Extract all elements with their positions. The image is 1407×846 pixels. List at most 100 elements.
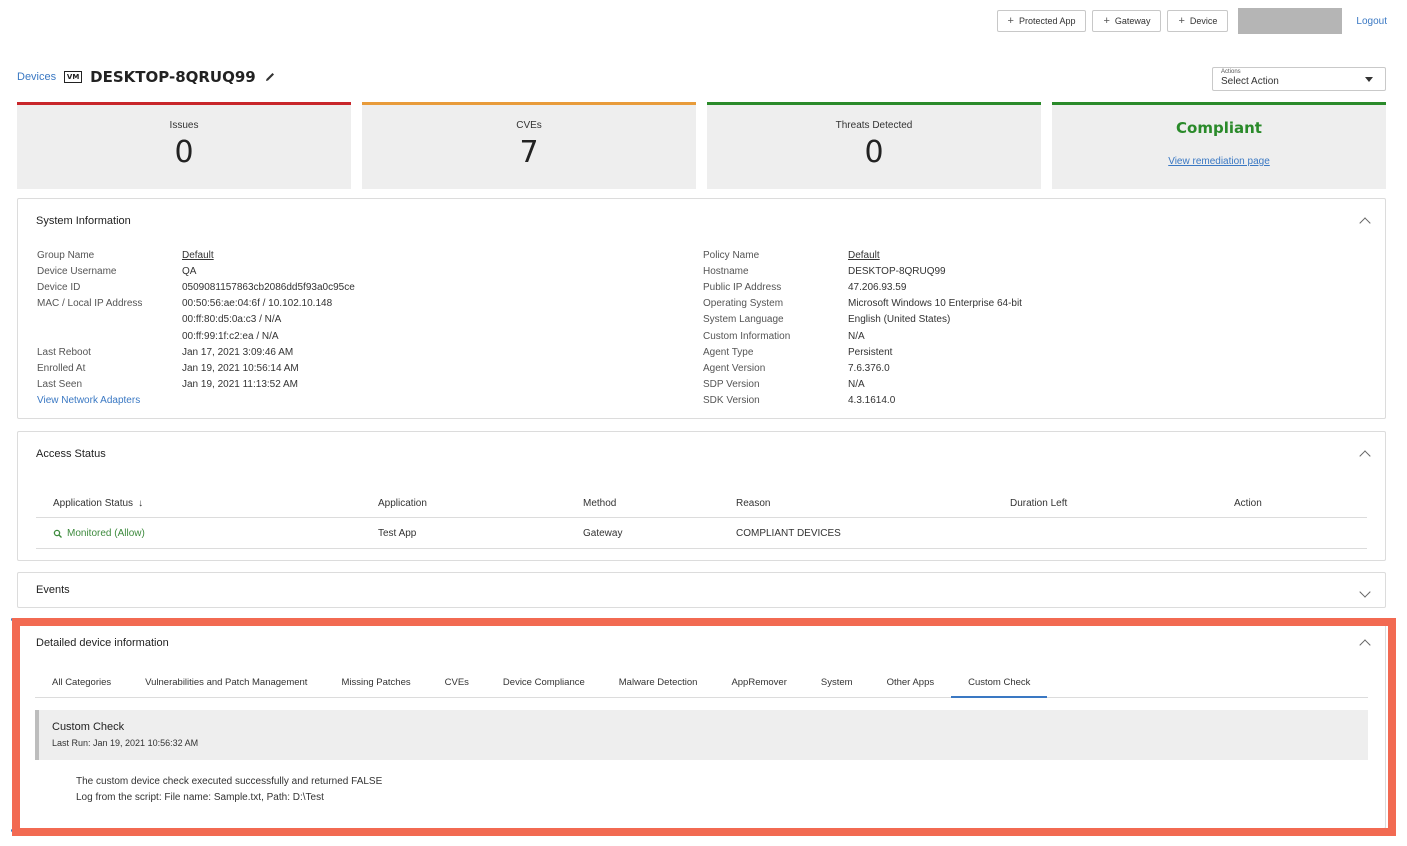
info-value: N/A	[848, 330, 865, 342]
column-header-method[interactable]: Method	[583, 490, 616, 517]
threats-count: 0	[864, 135, 884, 170]
add-device-button[interactable]: + Device	[1167, 10, 1229, 32]
page-title: DESKTOP-8QRUQ99	[90, 68, 256, 86]
threats-card: Threats Detected 0	[707, 102, 1041, 189]
issues-count: 0	[174, 135, 194, 170]
info-value: 00:ff:99:1f:c2:ea / N/A	[182, 330, 279, 342]
info-value: Persistent	[848, 346, 893, 358]
info-row: View Network Adapters	[37, 393, 355, 409]
info-row: Custom Information N/A	[703, 328, 1022, 344]
info-label: Hostname	[703, 265, 749, 277]
method-cell: Gateway	[583, 528, 623, 539]
table-row: Monitored (Allow) Test App Gateway COMPL…	[36, 519, 1367, 549]
info-row: System Language English (United States)	[703, 312, 1022, 328]
info-row: Enrolled At Jan 19, 2021 10:56:14 AM	[37, 360, 355, 376]
threats-title: Threats Detected	[835, 120, 913, 131]
info-label: Last Reboot	[37, 346, 91, 358]
info-row: 00:ff:80:d5:0a:c3 / N/A	[37, 312, 355, 328]
add-gateway-label: Gateway	[1114, 16, 1151, 26]
access-status-title: Access Status	[36, 448, 106, 460]
add-protected-app-label: Protected App	[1018, 16, 1076, 26]
policy-name-link[interactable]: Default	[848, 250, 880, 261]
info-label: Operating System	[703, 298, 784, 310]
column-header-duration-left[interactable]: Duration Left	[1010, 490, 1067, 517]
user-account-block[interactable]	[1238, 8, 1343, 34]
info-label: Agent Type	[703, 346, 754, 358]
info-label: Agent Version	[703, 362, 766, 374]
pencil-icon[interactable]	[264, 71, 276, 83]
vm-icon: VM	[64, 71, 83, 83]
application-status-cell: Monitored (Allow)	[53, 519, 145, 548]
issues-card: Issues 0	[17, 102, 351, 189]
chevron-up-icon[interactable]	[1359, 217, 1371, 229]
system-info-left: Group Name Default Device Username QA Devi…	[37, 247, 355, 409]
column-header-application-status[interactable]: Application Status ↓	[53, 490, 143, 517]
view-network-adapters-link[interactable]: View Network Adapters	[37, 395, 140, 406]
events-title: Events	[36, 584, 70, 596]
info-label: Public IP Address	[703, 281, 782, 293]
info-row: Agent Version 7.6.376.0	[703, 360, 1022, 376]
info-value: 00:ff:80:d5:0a:c3 / N/A	[182, 314, 282, 326]
chevron-up-icon[interactable]	[1359, 450, 1371, 462]
info-row: Hostname DESKTOP-8QRUQ99	[703, 263, 1022, 279]
chevron-down-icon[interactable]	[1359, 586, 1371, 598]
info-label: Policy Name	[703, 249, 760, 261]
info-row: Agent Type Persistent	[703, 344, 1022, 360]
info-value: DESKTOP-8QRUQ99	[848, 265, 946, 277]
info-value: 7.6.376.0	[848, 362, 890, 374]
system-info-right: Policy Name Default Hostname DESKTOP-8QRUQ…	[703, 247, 1022, 409]
info-label: Device Username	[37, 265, 117, 277]
info-label: Enrolled At	[37, 362, 86, 374]
info-row: Policy Name Default	[703, 247, 1022, 263]
info-row: Public IP Address 47.206.93.59	[703, 279, 1022, 295]
info-label: Custom Information	[703, 330, 791, 342]
system-information-panel: System Information Group Name Default Dev…	[17, 198, 1386, 419]
info-label: SDP Version	[703, 379, 760, 391]
column-header-application[interactable]: Application	[378, 490, 427, 517]
info-label: MAC / Local IP Address	[37, 298, 143, 310]
events-panel[interactable]: Events	[17, 572, 1386, 608]
top-bar: + Protected App + Gateway + Device Logout	[996, 8, 1387, 34]
highlight-frame	[12, 618, 1396, 836]
column-header-reason[interactable]: Reason	[736, 490, 770, 517]
application-cell: Test App	[378, 528, 417, 539]
info-value: QA	[182, 265, 197, 277]
cves-title: CVEs	[516, 120, 542, 131]
info-row: Last Reboot Jan 17, 2021 3:09:46 AM	[37, 344, 355, 360]
cves-card: CVEs 7	[362, 102, 696, 189]
view-remediation-link[interactable]: View remediation page	[1052, 156, 1386, 167]
actions-select[interactable]: Actions Select Action	[1212, 67, 1386, 91]
info-value: N/A	[848, 379, 865, 391]
plus-icon: +	[1178, 15, 1185, 27]
reason-cell: COMPLIANT DEVICES	[736, 528, 841, 539]
info-value: Jan 19, 2021 11:13:52 AM	[182, 379, 299, 391]
compliance-card: Compliant View remediation page	[1052, 102, 1386, 189]
sort-down-icon[interactable]: ↓	[138, 498, 143, 509]
info-row: Group Name Default	[37, 247, 355, 263]
column-header-action[interactable]: Action	[1234, 490, 1262, 517]
info-label: System Language	[703, 314, 784, 326]
add-gateway-button[interactable]: + Gateway	[1092, 10, 1162, 32]
info-row: Device ID 0509081157863cb2086dd5f93a0c95c…	[37, 279, 355, 295]
info-row: SDP Version N/A	[703, 377, 1022, 393]
group-name-link[interactable]: Default	[182, 250, 214, 261]
logout-link[interactable]: Logout	[1356, 16, 1387, 27]
info-row: 00:ff:99:1f:c2:ea / N/A	[37, 328, 355, 344]
info-label: Last Seen	[37, 379, 83, 391]
add-protected-app-button[interactable]: + Protected App	[996, 10, 1087, 32]
system-information-title: System Information	[36, 215, 131, 227]
info-label: Device ID	[37, 281, 81, 293]
info-value: 0509081157863cb2086dd5f93a0c95ce	[182, 281, 355, 293]
column-header-label: Application Status	[53, 498, 134, 509]
info-row: MAC / Local IP Address 00:50:56:ae:04:6f …	[37, 296, 355, 312]
plus-icon: +	[1007, 15, 1014, 27]
breadcrumb-devices[interactable]: Devices	[17, 71, 56, 83]
plus-icon: +	[1103, 15, 1110, 27]
page-header: Devices VM DESKTOP-8QRUQ99	[17, 68, 276, 86]
info-value: 47.206.93.59	[848, 281, 907, 293]
info-row: Device Username QA	[37, 263, 355, 279]
access-status-panel: Access Status Application Status ↓ Applic…	[17, 431, 1386, 561]
application-status-value: Monitored (Allow)	[67, 528, 145, 539]
info-value: Jan 19, 2021 10:56:14 AM	[182, 362, 299, 374]
compliance-status: Compliant	[1176, 119, 1262, 137]
